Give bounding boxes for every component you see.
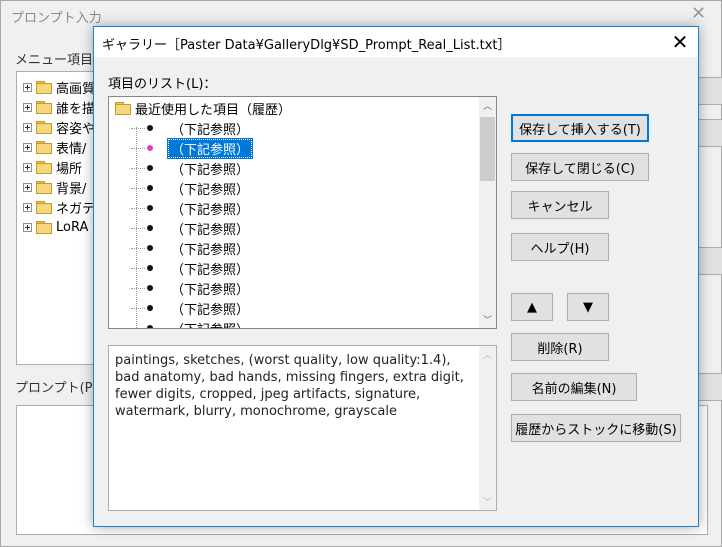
save-insert-button[interactable]: 保存して挿入する(T) <box>511 114 649 142</box>
item-tree-list[interactable]: 最近使用した項目（履歴） （下記参照） （下記参照） （下記参照） （下記参照）… <box>108 96 497 329</box>
parent-close-icon[interactable]: ✕ <box>691 5 706 23</box>
expand-icon[interactable] <box>23 162 32 172</box>
item-list-label: 項目のリスト(L)： <box>108 77 217 92</box>
move-down-button[interactable]: ▼ <box>567 293 609 321</box>
bullet-icon <box>147 285 153 291</box>
tree-root-item[interactable]: 最近使用した項目（履歴） <box>115 98 295 118</box>
list-item-selected[interactable]: （下記参照） <box>131 137 254 159</box>
list-item[interactable]: （下記参照） <box>131 278 253 298</box>
bullet-icon <box>147 245 153 251</box>
folder-icon <box>36 181 52 194</box>
tree-node[interactable]: 背景/ <box>23 178 86 197</box>
bullet-icon <box>147 145 153 151</box>
tree-node[interactable]: ネガテ <box>23 198 95 217</box>
list-item[interactable]: （下記参照） <box>131 118 253 138</box>
scroll-down-icon[interactable]: ﹀ <box>479 493 496 510</box>
bullet-icon <box>147 125 153 131</box>
expand-icon[interactable] <box>23 202 32 212</box>
help-button[interactable]: ヘルプ(H) <box>511 233 609 261</box>
tree-node[interactable]: 容姿や <box>23 118 95 137</box>
bullet-icon <box>147 325 153 328</box>
list-item[interactable]: （下記参照） <box>131 158 253 178</box>
delete-button[interactable]: 削除(R) <box>511 333 609 361</box>
folder-icon <box>36 221 52 234</box>
list-item[interactable]: （下記参照） <box>131 198 253 218</box>
scroll-down-icon[interactable]: ﹀ <box>479 311 496 328</box>
expand-icon[interactable] <box>23 182 32 192</box>
parent-window-title: プロンプト入力 <box>11 11 102 26</box>
bullet-icon <box>147 305 153 311</box>
dialog-titlebar[interactable]: ギャラリー［Paster Data¥GalleryDlg¥SD_Prompt_R… <box>94 27 698 57</box>
folder-icon <box>36 201 52 214</box>
list-item[interactable]: （下記参照） <box>131 238 253 258</box>
list-scrollbar[interactable]: ︿ ﹀ <box>479 97 496 328</box>
list-item[interactable]: （下記参照） <box>131 218 253 238</box>
tree-node[interactable]: 場所 <box>23 158 82 177</box>
folder-icon <box>36 101 52 114</box>
prompt-text-area[interactable]: paintings, sketches, (worst quality, low… <box>108 345 497 511</box>
list-item[interactable]: （下記参照） <box>131 318 253 328</box>
list-item[interactable]: （下記参照） <box>131 258 253 278</box>
bullet-icon <box>147 205 153 211</box>
expand-icon[interactable] <box>23 222 32 232</box>
tree-node[interactable]: 表情/ <box>23 138 86 157</box>
scroll-up-icon[interactable]: ︿ <box>479 346 496 363</box>
bullet-icon <box>147 265 153 271</box>
prompt-text: paintings, sketches, (worst quality, low… <box>115 353 464 419</box>
scroll-up-icon[interactable]: ︿ <box>479 97 496 114</box>
folder-icon <box>36 81 52 94</box>
bullet-icon <box>147 225 153 231</box>
gallery-dialog: ギャラリー［Paster Data¥GalleryDlg¥SD_Prompt_R… <box>93 26 699 527</box>
expand-icon[interactable] <box>23 122 32 132</box>
list-item[interactable]: （下記参照） <box>131 298 253 318</box>
folder-icon <box>36 161 52 174</box>
expand-icon[interactable] <box>23 102 32 112</box>
root-item-label: 最近使用した項目（履歴） <box>135 102 292 118</box>
folder-icon <box>36 141 52 154</box>
scroll-thumb[interactable] <box>480 117 495 181</box>
folder-icon <box>36 121 52 134</box>
tree-node[interactable]: 誰を描 <box>23 98 95 117</box>
rename-button[interactable]: 名前の編集(N) <box>511 373 637 401</box>
list-item[interactable]: （下記参照） <box>131 178 253 198</box>
text-scrollbar[interactable]: ︿ ﹀ <box>479 346 496 510</box>
dialog-title: ギャラリー［Paster Data¥GalleryDlg¥SD_Prompt_R… <box>102 38 511 53</box>
cancel-button[interactable]: キャンセル <box>511 191 609 219</box>
close-icon[interactable]: ✕ <box>662 28 698 56</box>
move-to-stock-button[interactable]: 履歴からストックに移動(S) <box>511 414 681 442</box>
bullet-icon <box>147 165 153 171</box>
save-close-button[interactable]: 保存して閉じる(C) <box>511 153 649 181</box>
move-up-button[interactable]: ▲ <box>511 293 553 321</box>
expand-icon[interactable] <box>23 142 32 152</box>
tree-node[interactable]: 高画質 <box>23 78 95 97</box>
folder-icon <box>115 102 131 115</box>
expand-icon[interactable] <box>23 82 32 92</box>
bullet-icon <box>147 185 153 191</box>
tree-node[interactable]: LoRA <box>23 218 88 236</box>
